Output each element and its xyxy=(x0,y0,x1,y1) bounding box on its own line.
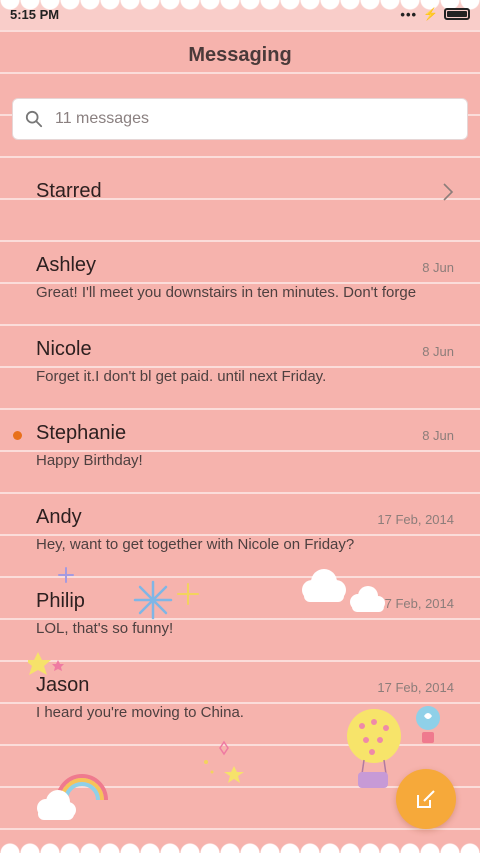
message-date: 8 Jun xyxy=(422,260,454,275)
stars-decoration-icon xyxy=(204,740,244,783)
more-dots-icon: ••• xyxy=(400,6,418,22)
contact-name: Ashley xyxy=(36,254,97,276)
conversation-item[interactable]: Ashley 8 Jun Great! I'll meet you downst… xyxy=(0,254,480,314)
message-date: 8 Jun xyxy=(422,428,454,443)
contact-name: Andy xyxy=(36,506,82,528)
search-input[interactable]: 11 messages xyxy=(12,98,468,140)
lace-border-bottom xyxy=(0,831,480,853)
message-preview: Great! I'll meet you downstairs in ten m… xyxy=(36,284,417,301)
message-date: 17 Feb, 2014 xyxy=(377,680,454,695)
charging-bolt-icon: ⚡ xyxy=(423,7,438,21)
conversation-item[interactable]: Stephanie 8 Jun Happy Birthday! xyxy=(0,422,480,482)
starred-row[interactable]: Starred xyxy=(0,180,480,210)
battery-icon xyxy=(444,8,470,20)
conversation-item[interactable]: Andy 17 Feb, 2014 Hey, want to get toget… xyxy=(0,506,480,566)
compose-icon xyxy=(417,790,435,808)
message-preview: Hey, want to get together with Nicole on… xyxy=(36,536,355,553)
chevron-right-icon xyxy=(443,183,454,201)
message-date: 17 Feb, 2014 xyxy=(377,512,454,527)
message-preview: Forget it.I don't bl get paid. until nex… xyxy=(36,368,327,385)
message-preview: Happy Birthday! xyxy=(36,452,143,469)
clouds-decoration-icon xyxy=(302,569,385,612)
contact-name: Nicole xyxy=(36,338,92,360)
unread-dot-icon xyxy=(13,431,22,440)
conversation-item[interactable]: Nicole 8 Jun Forget it.I don't bl get pa… xyxy=(0,338,480,398)
search-placeholder: 11 messages xyxy=(55,110,149,127)
search-icon xyxy=(25,110,43,128)
starred-label: Starred xyxy=(36,180,102,202)
compose-button[interactable] xyxy=(396,769,456,829)
contact-name: Stephanie xyxy=(36,422,127,444)
status-time: 5:15 PM xyxy=(10,6,60,22)
status-icons: ••• ⚡ xyxy=(400,7,470,22)
message-date: 8 Jun xyxy=(422,344,454,359)
rainbow-cloud-decoration-icon xyxy=(37,774,108,820)
page-title: Messaging xyxy=(188,44,292,66)
sparkles-decoration-icon xyxy=(28,567,199,675)
status-bar: 5:15 PM ••• ⚡ xyxy=(0,0,480,28)
